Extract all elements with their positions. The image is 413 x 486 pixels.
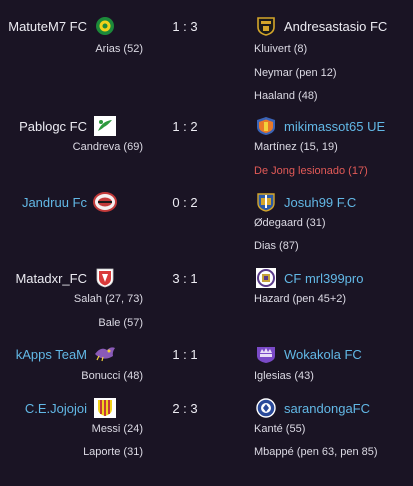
match-score[interactable]: 0 : 2 (155, 195, 215, 210)
blue-gold-shield-crest-icon (257, 193, 275, 212)
home-team-name[interactable]: kApps TeaM (16, 347, 87, 362)
home-team-name[interactable]: MatuteM7 FC (8, 19, 87, 34)
away-scorer: Iglesias (43) (254, 370, 314, 382)
home-scorer: Messi (24) (91, 423, 143, 435)
away-scorer: Neymar (pen 12) (254, 67, 337, 79)
away-scorer: Hazard (pen 45+2) (254, 293, 347, 305)
away-team-name[interactable]: sarandongaFC (284, 401, 370, 416)
home-team[interactable]: kApps TeaM (16, 344, 117, 364)
home-scorer: Bale (57) (98, 317, 143, 329)
away-team-name[interactable]: Josuh99 F.C (284, 195, 356, 210)
home-team[interactable]: Pablogc FC (19, 116, 117, 136)
home-scorer: Salah (27, 73) (73, 293, 143, 305)
home-scorer: Bonucci (48) (81, 370, 143, 382)
bird-crest-icon (95, 347, 115, 362)
away-team-name[interactable]: Andresastasio FC (284, 19, 387, 34)
away-team[interactable]: mikimassot65 UE (254, 116, 385, 136)
red-white-shield-crest-icon (96, 268, 114, 288)
home-team-name[interactable]: Pablogc FC (19, 119, 87, 134)
away-team-name[interactable]: CF mrl399pro (284, 271, 363, 286)
orange-shield-crest-icon (257, 117, 275, 135)
away-scorer: Kluivert (8) (254, 43, 308, 55)
match-score[interactable]: 3 : 1 (155, 271, 215, 286)
away-team[interactable]: Josuh99 F.C (254, 192, 356, 212)
green-leaf-crest-icon (94, 116, 116, 136)
away-team-name[interactable]: mikimassot65 UE (284, 119, 385, 134)
home-team-name[interactable]: C.E.Jojojoi (25, 401, 87, 416)
home-scorer: Laporte (31) (83, 446, 143, 458)
away-scorer: Mbappé (pen 63, pen 85) (254, 446, 378, 458)
home-scorer: Candreva (69) (72, 141, 143, 153)
injury-note: De Jong lesionado (17) (254, 165, 368, 177)
purple-round-crest-icon (256, 268, 276, 288)
away-team[interactable]: CF mrl399pro (254, 268, 363, 288)
home-scorer: Arias (52) (95, 43, 143, 55)
home-team[interactable]: Matadxr_FC (15, 268, 117, 288)
red-oval-crest-icon (93, 192, 117, 212)
gold-black-shield-crest-icon (257, 17, 275, 36)
away-team[interactable]: Andresastasio FC (254, 16, 387, 36)
away-team[interactable]: Wokakola FC (254, 344, 362, 364)
away-scorer: Martínez (15, 19) (254, 141, 338, 153)
match-score[interactable]: 1 : 2 (155, 119, 215, 134)
striped-shield-crest-icon (94, 398, 116, 418)
match-score[interactable]: 1 : 3 (155, 19, 215, 34)
away-scorer: Ødegaard (31) (254, 217, 326, 229)
purple-crown-crest-icon (257, 347, 275, 363)
home-team[interactable]: Jandruu Fc (22, 192, 117, 212)
away-scorer: Dias (87) (254, 240, 299, 252)
green-yellow-ring-crest-icon (96, 17, 114, 35)
home-team-name[interactable]: Matadxr_FC (15, 271, 87, 286)
match-score[interactable]: 2 : 3 (155, 401, 215, 416)
match-score[interactable]: 1 : 1 (155, 347, 215, 362)
home-team[interactable]: C.E.Jojojoi (25, 398, 117, 418)
home-team-name[interactable]: Jandruu Fc (22, 195, 87, 210)
away-scorer: Kanté (55) (254, 423, 306, 435)
away-team-name[interactable]: Wokakola FC (284, 347, 362, 362)
home-team[interactable]: MatuteM7 FC (8, 16, 117, 36)
away-team[interactable]: sarandongaFC (254, 398, 370, 418)
blue-round-crest-icon (256, 398, 276, 418)
away-scorer: Haaland (48) (254, 90, 318, 102)
